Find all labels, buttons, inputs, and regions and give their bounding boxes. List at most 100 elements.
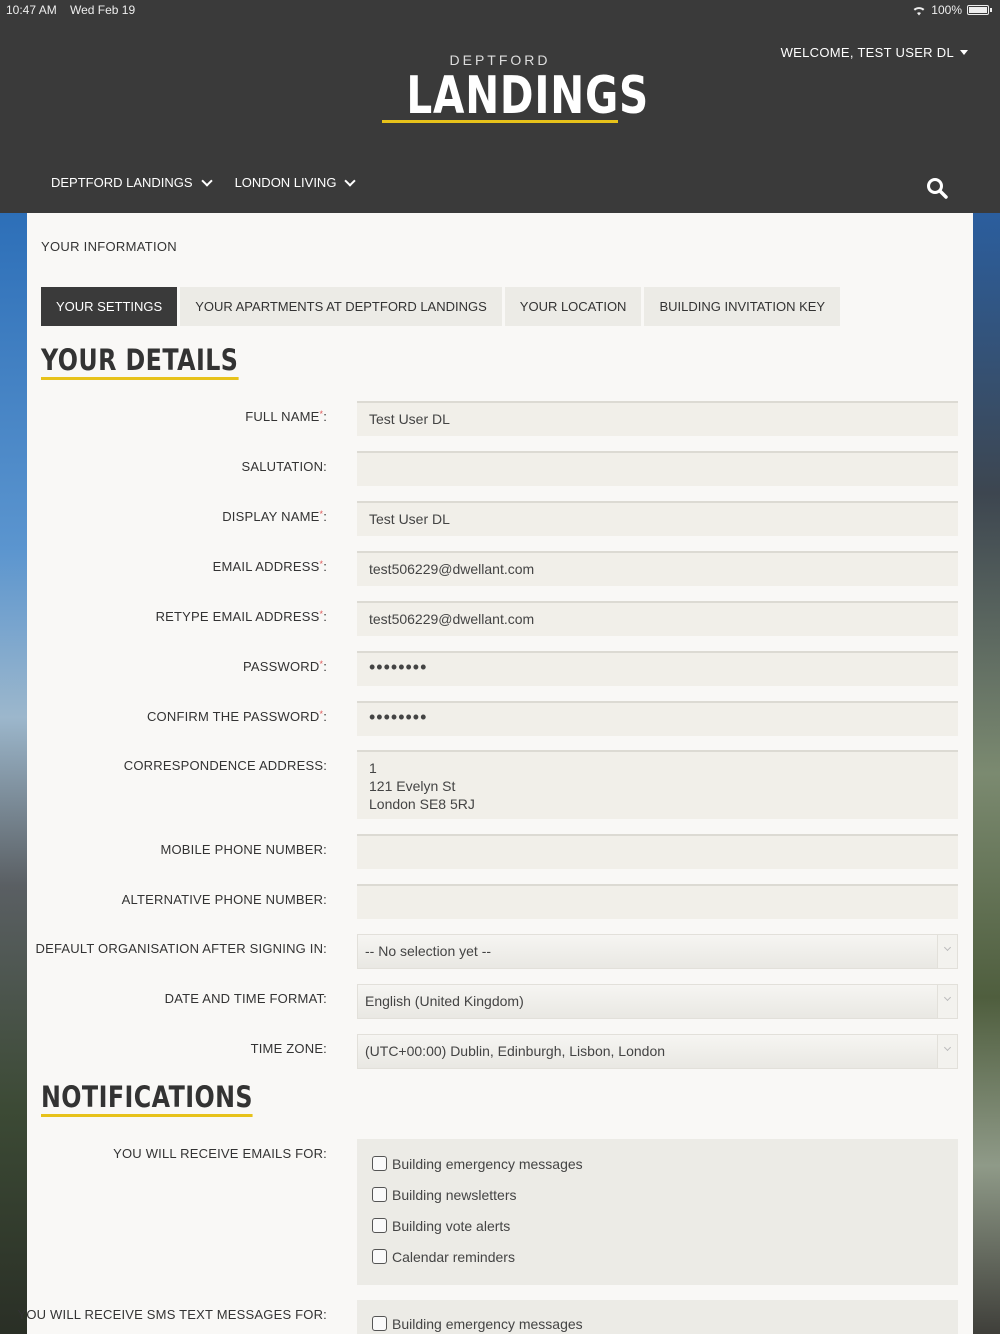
tab-your-location[interactable]: YOUR LOCATION <box>504 287 642 326</box>
display-name-field[interactable]: Test User DL <box>357 501 958 536</box>
background-scenery-left <box>0 213 27 1334</box>
default-org-label: DEFAULT ORGANISATION AFTER SIGNING IN: <box>35 941 327 956</box>
email-label: EMAIL ADDRESS*: <box>213 559 327 574</box>
time-zone-select[interactable]: (UTC+00:00) Dublin, Edinburgh, Lisbon, L… <box>357 1034 958 1069</box>
checkbox-label: Building emergency messages <box>392 1315 583 1332</box>
nav-label: LONDON LIVING <box>234 175 337 190</box>
display-name-label: DISPLAY NAME*: <box>222 509 327 524</box>
user-menu[interactable]: WELCOME, TEST USER DL <box>781 45 968 60</box>
chevron-down-icon <box>937 985 957 1018</box>
battery-icon <box>967 5 989 15</box>
details-heading-text: YOUR DETAILS <box>41 343 239 377</box>
address-line-2: 121 Evelyn St <box>369 778 456 794</box>
chevron-down-icon <box>344 174 357 187</box>
tab-building-invitation-key[interactable]: BUILDING INVITATION KEY <box>644 287 841 326</box>
tab-your-settings[interactable]: YOUR SETTINGS <box>41 287 178 326</box>
email-field[interactable]: test506229@dwellant.com <box>357 551 958 586</box>
main-nav: DEPTFORD LANDINGS LONDON LIVING <box>51 174 357 190</box>
address-label: CORRESPONDENCE ADDRESS: <box>123 758 327 773</box>
select-value: English (United Kingdom) <box>365 993 524 1009</box>
mobile-label: MOBILE PHONE NUMBER: <box>160 842 327 857</box>
salutation-field[interactable] <box>357 451 958 486</box>
search-icon[interactable] <box>926 177 948 199</box>
date-format-select[interactable]: English (United Kingdom) <box>357 984 958 1019</box>
caret-down-icon <box>960 50 968 55</box>
nav-label: DEPTFORD LANDINGS <box>51 175 193 190</box>
nav-item-deptford-landings[interactable]: DEPTFORD LANDINGS <box>51 174 213 190</box>
checkbox-label: Building emergency messages <box>392 1155 583 1172</box>
status-bar: 10:47 AM Wed Feb 19 100% <box>0 0 1000 22</box>
status-time: 10:47 AM <box>6 3 57 17</box>
time-zone-label: TIME ZONE: <box>250 1041 327 1056</box>
label-colon: : <box>323 609 327 624</box>
date-format-label: DATE AND TIME FORMAT: <box>164 991 327 1006</box>
checkbox-label: Calendar reminders <box>392 1248 515 1265</box>
status-right: 100% <box>912 3 992 17</box>
checkbox[interactable] <box>372 1187 387 1202</box>
alt-phone-field[interactable] <box>357 884 958 919</box>
salutation-label: SALUTATION: <box>241 459 327 474</box>
label-text: CONFIRM THE PASSWORD <box>146 709 320 724</box>
address-line-3: London SE8 5RJ <box>369 796 475 812</box>
checkbox-label: Building vote alerts <box>392 1217 511 1234</box>
label-text: FULL NAME <box>245 409 320 424</box>
label-colon: : <box>323 559 327 574</box>
label-text: DISPLAY NAME <box>222 509 320 524</box>
mobile-field[interactable] <box>357 834 958 869</box>
checkbox-row[interactable]: Building newsletters <box>357 1179 958 1210</box>
checkbox[interactable] <box>372 1316 387 1331</box>
tab-your-apartments[interactable]: YOUR APARTMENTS AT DEPTFORD LANDINGS <box>180 287 502 326</box>
chevron-down-icon <box>200 174 213 187</box>
tab-bar: YOUR SETTINGS YOUR APARTMENTS AT DEPTFOR… <box>41 287 841 326</box>
site-logo[interactable]: DEPTFORD LANDINGS <box>380 52 650 126</box>
battery-percent: 100% <box>931 3 962 17</box>
label-text: EMAIL ADDRESS <box>212 559 320 574</box>
checkbox[interactable] <box>372 1249 387 1264</box>
label-colon: : <box>323 709 327 724</box>
password-field[interactable]: •••••••• <box>357 651 958 686</box>
retype-email-field[interactable]: test506229@dwellant.com <box>357 601 958 636</box>
full-name-field[interactable]: Test User DL <box>357 401 958 436</box>
status-date: Wed Feb 19 <box>70 3 136 17</box>
battery-tip <box>990 8 992 12</box>
alt-phone-label: ALTERNATIVE PHONE NUMBER: <box>121 892 327 907</box>
sms-notifications-list: Building emergency messages <box>357 1300 958 1334</box>
email-notifications-list: Building emergency messages Building new… <box>357 1139 958 1285</box>
label-colon: : <box>323 509 327 524</box>
section-label: YOUR INFORMATION <box>41 239 177 254</box>
select-value: -- No selection yet -- <box>365 943 492 959</box>
checkbox[interactable] <box>372 1218 387 1233</box>
logo-main-text: LANDINGS <box>406 66 650 126</box>
label-text: PASSWORD <box>243 659 320 674</box>
checkbox-row[interactable]: Building vote alerts <box>357 1210 958 1241</box>
label-text: RETYPE EMAIL ADDRESS <box>155 609 320 624</box>
content-panel: YOUR INFORMATION YOUR SETTINGS YOUR APAR… <box>17 213 973 1334</box>
heading-underline <box>41 377 239 380</box>
confirm-password-field[interactable]: •••••••• <box>357 701 958 736</box>
label-colon: : <box>323 409 327 424</box>
emails-label: YOU WILL RECEIVE EMAILS FOR: <box>113 1146 327 1161</box>
select-value: (UTC+00:00) Dublin, Edinburgh, Lisbon, L… <box>365 1043 666 1059</box>
background-scenery-right <box>973 213 1000 1334</box>
details-heading: YOUR DETAILS <box>41 343 239 380</box>
default-org-select[interactable]: -- No selection yet -- <box>357 934 958 969</box>
checkbox[interactable] <box>372 1156 387 1171</box>
confirm-password-label: CONFIRM THE PASSWORD*: <box>147 709 327 724</box>
chevron-down-icon <box>937 1035 957 1068</box>
heading-underline <box>41 1114 253 1117</box>
notifications-heading: NOTIFICATIONS <box>41 1080 253 1117</box>
retype-email-label: RETYPE EMAIL ADDRESS*: <box>156 609 327 624</box>
full-name-label: FULL NAME*: <box>245 409 327 424</box>
checkbox-row[interactable]: Calendar reminders <box>357 1241 958 1272</box>
chevron-down-icon <box>937 935 957 968</box>
checkbox-label: Building newsletters <box>392 1186 517 1203</box>
password-label: PASSWORD*: <box>243 659 327 674</box>
nav-item-london-living[interactable]: LONDON LIVING <box>234 174 357 190</box>
notifications-heading-text: NOTIFICATIONS <box>41 1080 253 1114</box>
label-colon: : <box>323 659 327 674</box>
checkbox-row[interactable]: Building emergency messages <box>357 1308 958 1334</box>
checkbox-row[interactable]: Building emergency messages <box>357 1148 958 1179</box>
address-field[interactable]: 1 121 Evelyn St London SE8 5RJ <box>357 750 958 819</box>
wifi-icon <box>913 6 925 15</box>
welcome-text: WELCOME, TEST USER DL <box>780 45 954 60</box>
